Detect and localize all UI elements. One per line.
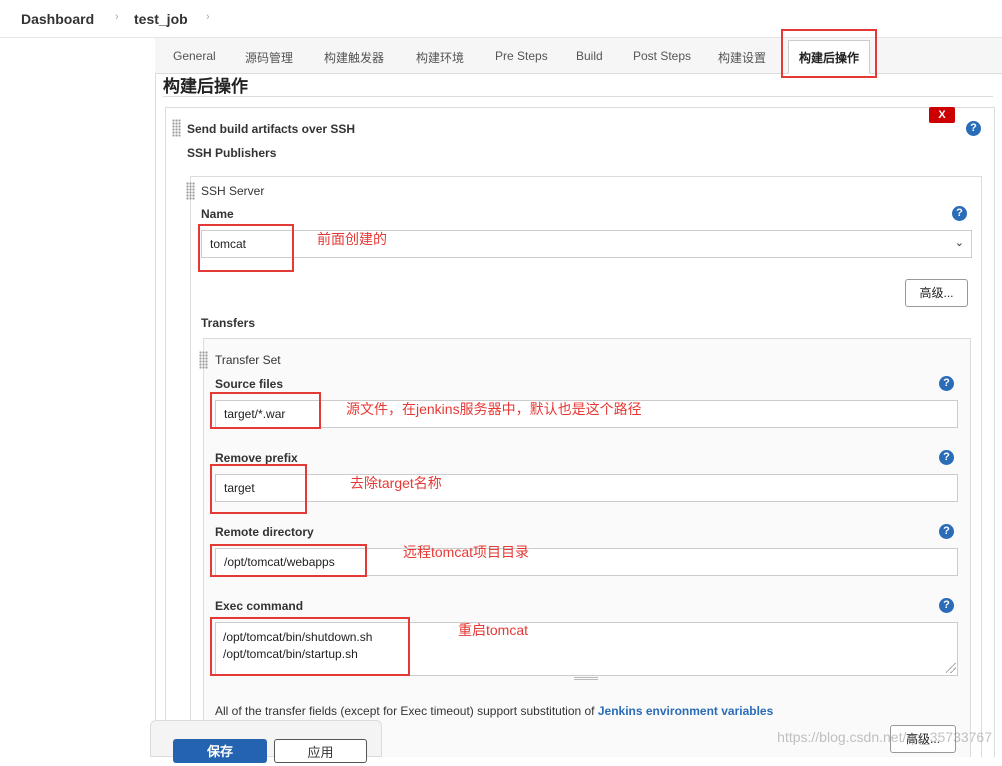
breadcrumb-dashboard[interactable]: Dashboard bbox=[21, 11, 94, 27]
highlight-box bbox=[210, 392, 321, 429]
annotation-name: 前面创建的 bbox=[317, 231, 387, 247]
tab-general[interactable]: General bbox=[173, 49, 216, 63]
resize-handle-icon[interactable] bbox=[946, 663, 956, 673]
divider bbox=[163, 96, 993, 97]
tab-source-management[interactable]: 源码管理 bbox=[245, 49, 293, 66]
ssh-publishers-label: SSH Publishers bbox=[187, 146, 277, 160]
help-icon[interactable]: ? bbox=[966, 121, 981, 136]
annotation-remove-prefix: 去除target名称 bbox=[350, 475, 442, 491]
highlight-box bbox=[210, 544, 367, 577]
ssh-server-label: SSH Server bbox=[201, 184, 265, 198]
publisher-title: Send build artifacts over SSH bbox=[187, 122, 356, 136]
highlight-box bbox=[781, 29, 877, 78]
help-icon[interactable]: ? bbox=[952, 206, 967, 221]
exec-command-label: Exec command bbox=[215, 599, 304, 613]
jenkins-env-vars-link[interactable]: Jenkins environment variables bbox=[598, 704, 773, 718]
name-label: Name bbox=[201, 207, 234, 221]
remote-directory-label: Remote directory bbox=[215, 525, 314, 539]
tab-post-steps[interactable]: Post Steps bbox=[633, 49, 691, 63]
watermark: https://blog.csdn.net/qq_35733767 bbox=[777, 729, 992, 745]
substitution-note-text: All of the transfer fields (except for E… bbox=[215, 704, 598, 718]
help-icon[interactable]: ? bbox=[939, 524, 954, 539]
help-icon[interactable]: ? bbox=[939, 376, 954, 391]
highlight-box bbox=[198, 224, 294, 272]
substitution-note: All of the transfer fields (except for E… bbox=[215, 704, 773, 718]
tab-build[interactable]: Build bbox=[576, 49, 603, 63]
chevron-down-icon: ⌄ bbox=[954, 237, 964, 249]
drag-handle-icon[interactable] bbox=[186, 182, 195, 200]
close-icon[interactable]: X bbox=[929, 107, 955, 123]
chevron-right-icon: › bbox=[115, 11, 119, 23]
save-button[interactable]: 保存 bbox=[173, 739, 267, 763]
drag-handle-icon[interactable] bbox=[199, 351, 208, 369]
tab-build-environment[interactable]: 构建环境 bbox=[416, 49, 464, 66]
transfers-label: Transfers bbox=[201, 316, 256, 330]
remove-prefix-label: Remove prefix bbox=[215, 451, 298, 465]
tab-build-settings[interactable]: 构建设置 bbox=[718, 49, 766, 66]
remove-prefix-input[interactable]: target bbox=[215, 474, 958, 502]
drag-handle-icon[interactable] bbox=[574, 677, 598, 680]
tab-build-triggers[interactable]: 构建触发器 bbox=[324, 49, 384, 66]
breadcrumb-job[interactable]: test_job bbox=[134, 11, 188, 27]
apply-button[interactable]: 应用 bbox=[274, 739, 367, 763]
source-files-label: Source files bbox=[215, 377, 284, 391]
highlight-box bbox=[210, 464, 307, 514]
section-title: 构建后操作 bbox=[163, 77, 248, 96]
annotation-remote-directory: 远程tomcat项目目录 bbox=[403, 544, 530, 560]
transfer-set-label: Transfer Set bbox=[215, 353, 281, 367]
drag-handle-icon[interactable] bbox=[172, 119, 181, 137]
advanced-button[interactable]: 高级... bbox=[905, 279, 968, 307]
highlight-box bbox=[210, 617, 410, 676]
help-icon[interactable]: ? bbox=[939, 450, 954, 465]
tab-pre-steps[interactable]: Pre Steps bbox=[495, 49, 548, 63]
help-icon[interactable]: ? bbox=[939, 598, 954, 613]
chevron-right-icon: › bbox=[206, 11, 210, 23]
annotation-exec-command: 重启tomcat bbox=[458, 622, 529, 638]
annotation-source-files: 源文件，在jenkins服务器中，默认也是这个路径 bbox=[346, 401, 642, 417]
